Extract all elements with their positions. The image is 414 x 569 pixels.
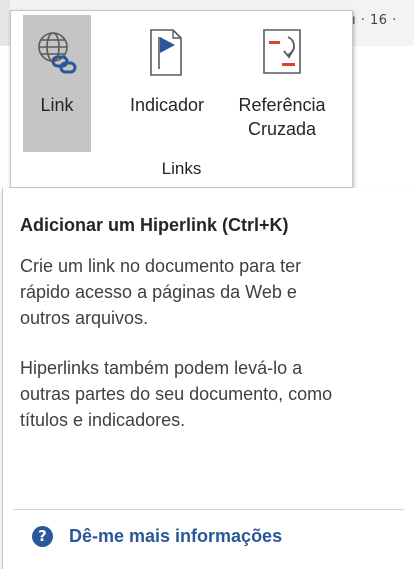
link-button[interactable]: Link — [23, 15, 91, 152]
ruler-margin-marker — [0, 0, 10, 46]
cross-reference-button[interactable]: Referência Cruzada — [223, 15, 341, 152]
link-button-label: Link — [40, 95, 74, 115]
bookmark-icon — [145, 27, 189, 79]
tooltip-description: Crie um link no documento para ter rápid… — [20, 256, 302, 328]
link-tooltip: Adicionar um Hiperlink (Ctrl+K) Crie um … — [2, 188, 414, 569]
help-icon: ? — [32, 526, 53, 547]
more-info-link[interactable]: ? Dê-me mais informações — [32, 526, 282, 547]
bookmark-button[interactable]: Indicador — [111, 15, 223, 152]
cross-reference-label-line1: Referência — [238, 95, 326, 115]
group-title: Links — [161, 159, 202, 178]
tooltip-divider — [13, 509, 404, 510]
bookmark-button-label: Indicador — [129, 95, 205, 115]
tooltip-title: Adicionar um Hiperlink (Ctrl+K) — [20, 215, 289, 235]
ribbon-group-links: Link Indicador Referência Cruzada Links — [10, 10, 353, 188]
cross-reference-label: Referência Cruzada — [238, 93, 325, 141]
tooltip-description-extra: Hiperlinks também podem levá-lo a outras… — [20, 358, 333, 430]
cross-reference-icon — [260, 27, 304, 79]
globe-link-icon — [35, 27, 79, 79]
more-info-text: Dê-me mais informações — [69, 526, 283, 546]
cross-reference-label-line2: Cruzada — [247, 119, 317, 139]
ruler-numbers: ı · 16 · — [352, 13, 397, 28]
